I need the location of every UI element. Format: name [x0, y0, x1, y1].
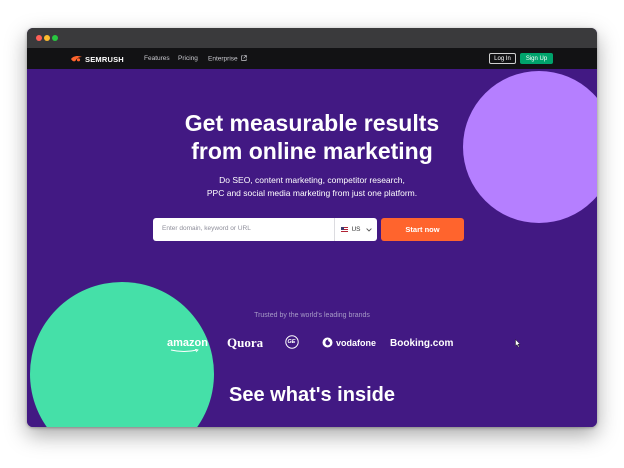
hero-headline-line2: from online marketing	[191, 138, 433, 164]
hero-headline-line1: Get measurable results	[184, 110, 440, 136]
minimize-window-button[interactable]	[44, 35, 50, 41]
us-flag-icon	[341, 227, 349, 232]
semrush-flame-icon	[71, 55, 82, 62]
hero-section: Get measurable results from online marke…	[27, 69, 597, 427]
login-button[interactable]: Log In	[489, 53, 516, 64]
semrush-logo[interactable]: SEMRUSH	[70, 54, 124, 64]
brand-name: SEMRUSH	[85, 54, 124, 64]
brand-logo-vodafone: vodafone	[322, 337, 376, 348]
window-titlebar	[27, 28, 597, 48]
section-title: See what's inside	[229, 384, 395, 406]
brand-logo-amazon: amazon	[167, 337, 208, 353]
brand-logo-quora: Quora	[227, 335, 264, 350]
brand-logo-ge: GE	[285, 335, 299, 354]
signup-button[interactable]: Sign Up	[520, 53, 553, 64]
hero-subtitle-line2: PPC and social media marketing from just…	[206, 188, 418, 198]
amazon-smile-icon	[170, 349, 199, 353]
top-navbar: SEMRUSH Features Pricing Enterprise Log …	[27, 48, 597, 69]
nav-link-enterprise-label: Enterprise	[208, 55, 238, 63]
brand-logo-ge-text: GE	[287, 338, 296, 345]
nav-link-pricing[interactable]: Pricing	[178, 55, 198, 62]
search-input[interactable]: Enter domain, keyword or URL	[162, 225, 251, 232]
mouse-pointer-icon	[515, 339, 521, 348]
brand-logo-vodafone-text: vodafone	[336, 337, 377, 348]
external-link-icon	[241, 55, 248, 61]
hero-subtitle: Do SEO, content marketing, competitor re…	[27, 174, 597, 200]
start-now-button[interactable]: Start now	[381, 218, 464, 241]
hero-subtitle-line1: Do SEO, content marketing, competitor re…	[219, 175, 405, 185]
country-select[interactable]: US	[334, 218, 378, 241]
brand-logo-amazon-text: amazon	[167, 337, 208, 349]
country-select-value: US	[351, 226, 361, 233]
nav-link-features[interactable]: Features	[144, 55, 170, 62]
chevron-down-icon	[365, 227, 372, 232]
nav-link-enterprise[interactable]: Enterprise	[208, 55, 248, 63]
brand-logo-booking: Booking.com	[390, 338, 454, 349]
browser-window: SEMRUSH Features Pricing Enterprise Log …	[27, 28, 597, 427]
trusted-brands-label: Trusted by the world's leading brands	[254, 312, 370, 319]
search-box[interactable]: Enter domain, keyword or URL US	[153, 218, 377, 241]
hero-headline: Get measurable results from online marke…	[27, 109, 597, 165]
vodafone-logo-icon	[322, 337, 333, 348]
close-window-button[interactable]	[36, 35, 42, 41]
maximize-window-button[interactable]	[52, 35, 58, 41]
